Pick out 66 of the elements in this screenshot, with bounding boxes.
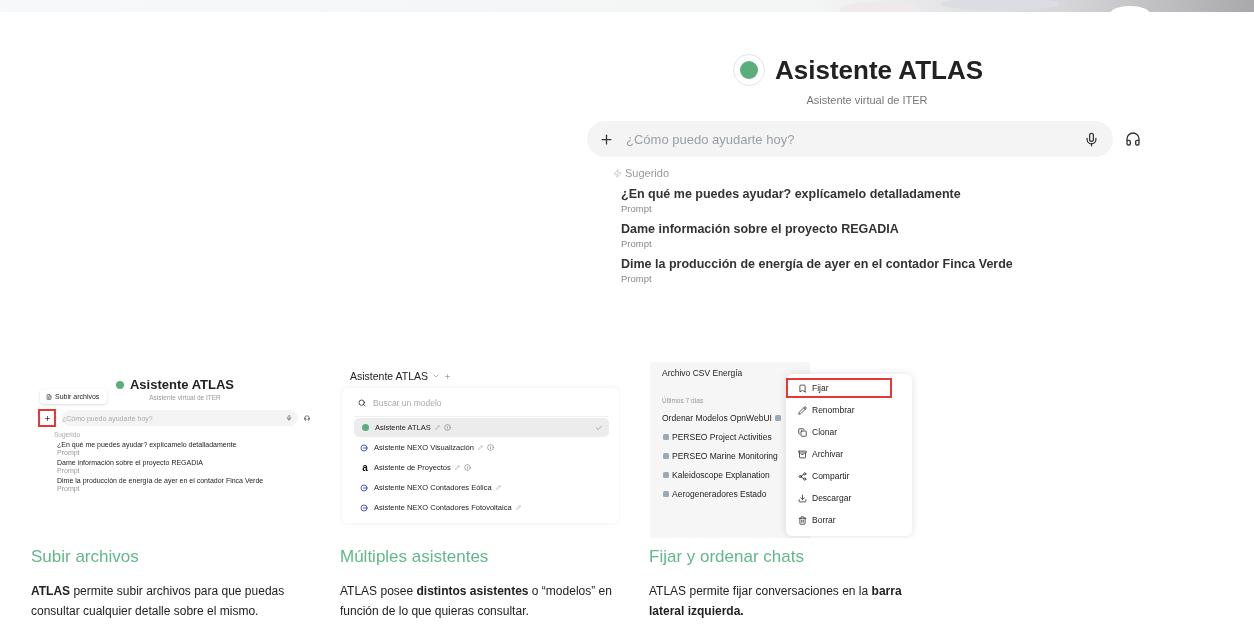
model-selector[interactable]: Asistente ATLAS — [350, 370, 428, 382]
edit-icon — [454, 465, 460, 470]
mini-title: Asistente ATLAS — [130, 377, 234, 392]
info-icon — [486, 444, 494, 451]
feature-title: Múltiples asistentes — [340, 547, 490, 567]
assistant-title: Asistente ATLAS — [775, 54, 983, 86]
lightning-icon — [613, 168, 622, 178]
menu-item[interactable]: Renombrar — [786, 400, 892, 420]
nexo-icon — [360, 503, 370, 512]
emoji-icon — [773, 414, 782, 422]
suggestion-text[interactable]: Dame información sobre el proyecto REGADIA — [621, 222, 1147, 236]
assistant-subtitle: Asistente virtual de ITER — [805, 94, 929, 106]
input-field[interactable]: ¿Cómo puedo ayudarte hoy? — [624, 130, 1074, 148]
chat-item[interactable]: PERSEO Project Activities — [672, 432, 772, 442]
suggestion-tag: Prompt — [621, 273, 1147, 284]
edit-icon — [477, 445, 483, 450]
info-icon — [463, 464, 471, 471]
edit-icon — [495, 485, 501, 490]
suggestion-text[interactable]: Dime la producción de energía de ayer en el contador Finca Verde — [621, 257, 1147, 271]
menu-item[interactable]: Archivar — [786, 444, 892, 464]
feature-description: ATLAS permite fijar conversaciones en la barra lateral izquierda. — [649, 583, 903, 620]
suggestion-tag: Prompt — [621, 238, 1147, 249]
edit-icon — [515, 505, 521, 510]
info-icon — [443, 424, 451, 431]
mic-icon[interactable] — [1084, 131, 1099, 147]
pencil-icon — [798, 405, 807, 415]
search-icon — [358, 399, 366, 407]
bookmark-icon — [798, 383, 807, 393]
model-logo: a — [361, 462, 369, 473]
nexo-icon — [360, 483, 370, 492]
emoji-icon — [662, 433, 670, 441]
archive-icon — [798, 449, 807, 459]
chat-input[interactable]: ¿Cómo puedo ayudarte hoy? — [587, 121, 1113, 157]
suggestion-text[interactable]: ¿En qué me puedes ayudar? explícamelo detalladamente — [621, 187, 1147, 201]
chat-item[interactable]: Ordenar Modelos OpnWebUI — [662, 413, 772, 423]
trash-icon — [798, 515, 807, 525]
file-icon — [46, 393, 52, 400]
emoji-icon — [662, 452, 670, 460]
menu-item[interactable]: Compartir — [786, 466, 892, 486]
chat-item[interactable]: PERSEO Marine Monitoring — [672, 451, 778, 461]
headphones-icon[interactable] — [1125, 131, 1141, 147]
download-icon — [798, 493, 807, 503]
chat-item[interactable]: Archivo CSV Energía — [662, 368, 810, 378]
emoji-icon — [662, 471, 670, 479]
menu-item[interactable]: Clonar — [786, 422, 892, 442]
feature-title: Subir archivos — [31, 547, 140, 567]
copy-icon — [798, 427, 807, 437]
suggested-label: Sugerido — [625, 167, 670, 179]
chat-item[interactable]: Aerogeneradores Estado — [672, 489, 767, 499]
menu-item[interactable]: Fijar — [786, 378, 892, 398]
emoji-icon — [662, 490, 670, 498]
menu-item[interactable]: Borrar — [786, 510, 892, 530]
feature-description: ATLAS permite subir archivos para que puedas consultar cualquier detalle sobre el mismo. — [31, 583, 286, 620]
suggestion-tag: Prompt — [621, 203, 1147, 214]
edit-icon — [434, 425, 440, 430]
share-icon — [798, 471, 807, 481]
plus-icon — [43, 414, 51, 422]
plus-button[interactable] — [599, 131, 614, 147]
feature-description: ATLAS posee distintos asistentes o “modelos” en función de lo que quieras consultar. — [340, 583, 613, 620]
menu-item[interactable]: Descargar — [786, 488, 892, 508]
status-dot — [116, 380, 124, 389]
chat-item[interactable]: Kaleidoscope Explanation — [672, 470, 770, 480]
feature-title: Fijar y ordenar chats — [649, 547, 805, 567]
check-icon — [595, 423, 603, 432]
status-dot — [362, 424, 369, 431]
nexo-icon — [360, 443, 370, 452]
